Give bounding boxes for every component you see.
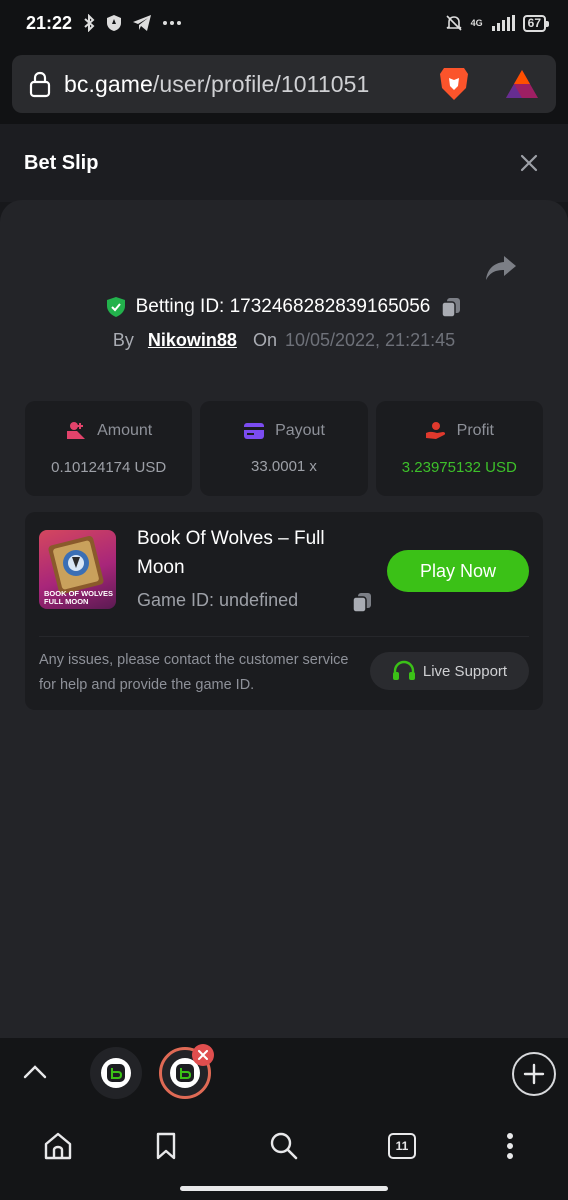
live-support-button[interactable]: Live Support [370,652,529,690]
stat-value: 33.0001 x [251,458,317,475]
bet-date: 10/05/2022, 21:21:45 [284,330,456,350]
game-card: BOOK OF WOLVES FULL MOON Book Of Wolves … [25,512,543,710]
bcgame-favicon-icon [111,1068,122,1079]
close-icon [520,154,538,172]
more-dots-icon [163,21,182,25]
verified-shield-icon [106,297,125,317]
lock-icon[interactable] [28,70,52,98]
game-thumbnail[interactable]: BOOK OF WOLVES FULL MOON [39,530,116,609]
divider [39,636,529,637]
bettor-row: By Nikowin88 On 10/05/2022, 21:21:45 [0,330,568,351]
search-button[interactable] [264,1126,304,1166]
tab-count: 11 [388,1133,416,1159]
bookmark-icon [156,1132,176,1160]
chevron-up-icon[interactable] [22,1062,48,1080]
thumb-caption: BOOK OF WOLVES FULL MOON [44,590,113,606]
bluetooth-icon [84,14,95,32]
payout-card-icon [244,423,265,439]
status-time: 21:22 [26,12,73,33]
play-now-button[interactable]: Play Now [387,550,529,592]
by-label: By [112,330,134,350]
battery-indicator: 67 [522,14,550,32]
tab-strip [0,1038,568,1108]
url-text[interactable]: bc.game/user/profile/1011051 [64,71,369,98]
stat-card-payout: Payout 33.0001 x [200,401,368,496]
username-link[interactable]: Nikowin88 [148,330,237,351]
copy-icon[interactable] [440,296,462,318]
bat-triangle-icon[interactable] [504,68,540,100]
bet-slip-header: Bet Slip [0,124,568,202]
status-icons-right: 4G 67 [445,14,550,32]
bell-off-icon [446,15,462,31]
stat-value: 0.10124174 USD [51,459,167,476]
on-label: On [252,330,277,350]
address-bar[interactable]: bc.game/user/profile/1011051 [12,55,556,113]
stat-label: Payout [275,422,325,439]
stat-value: 3.23975132 USD [401,459,517,476]
bookmarks-button[interactable] [146,1126,186,1166]
close-tab-button[interactable] [192,1044,214,1066]
search-icon [270,1132,298,1160]
shield-icon [107,15,122,31]
game-title[interactable]: Book Of Wolves – Full Moon [137,524,367,582]
home-icon [44,1132,72,1160]
betting-id: Betting ID: 1732468282839165056 [135,296,431,317]
tab-bcgame-1[interactable] [90,1047,142,1099]
signal-icon [491,15,515,31]
stat-card-amount: Amount 0.10124174 USD [25,401,193,496]
issues-text: Any issues, please contact the customer … [39,652,349,693]
betting-id-row: Betting ID: 1732468282839165056 [0,296,568,318]
stat-label: Profit [456,422,494,439]
close-icon [198,1050,208,1060]
amount-icon [67,422,86,439]
bet-slip-panel: Betting ID: 1732468282839165056 By Nikow… [0,200,568,1038]
network-label: 4G [470,18,483,28]
plus-icon [523,1063,545,1085]
brave-lion-icon[interactable] [438,66,470,102]
url-bar-actions [438,66,540,102]
game-id: Game ID: undefined [137,590,299,610]
tabs-button[interactable]: 11 [382,1126,422,1166]
live-support-label: Live Support [422,662,508,680]
browser-toolbar: bc.game/user/profile/1011051 [0,46,568,124]
more-vertical-icon [507,1133,513,1159]
menu-button[interactable] [490,1126,530,1166]
browser-bottom-nav: 11 [0,1108,568,1200]
bcgame-favicon-icon [180,1068,191,1079]
status-icons-left [82,14,182,32]
headset-icon [392,660,415,680]
status-bar: 21:22 4G 67 [0,0,568,46]
page-title: Bet Slip [24,151,99,174]
share-icon[interactable] [484,254,518,284]
bet-stats: Amount 0.10124174 USD Payout 33.0001 x P… [25,401,543,496]
url-domain: bc.game [64,70,153,97]
stat-card-profit: Profit 3.23975132 USD [375,401,543,496]
home-indicator[interactable] [180,1186,388,1191]
profit-hand-icon [425,422,445,439]
url-path: /user/profile/1011051 [152,70,370,97]
telegram-icon [133,15,152,31]
thumb-text-2: FULL MOON [44,597,89,606]
close-button[interactable] [514,148,544,178]
stat-label: Amount [97,422,153,439]
new-tab-button[interactable] [512,1052,556,1096]
copy-game-id-icon[interactable] [351,591,373,613]
home-button[interactable] [38,1126,78,1166]
